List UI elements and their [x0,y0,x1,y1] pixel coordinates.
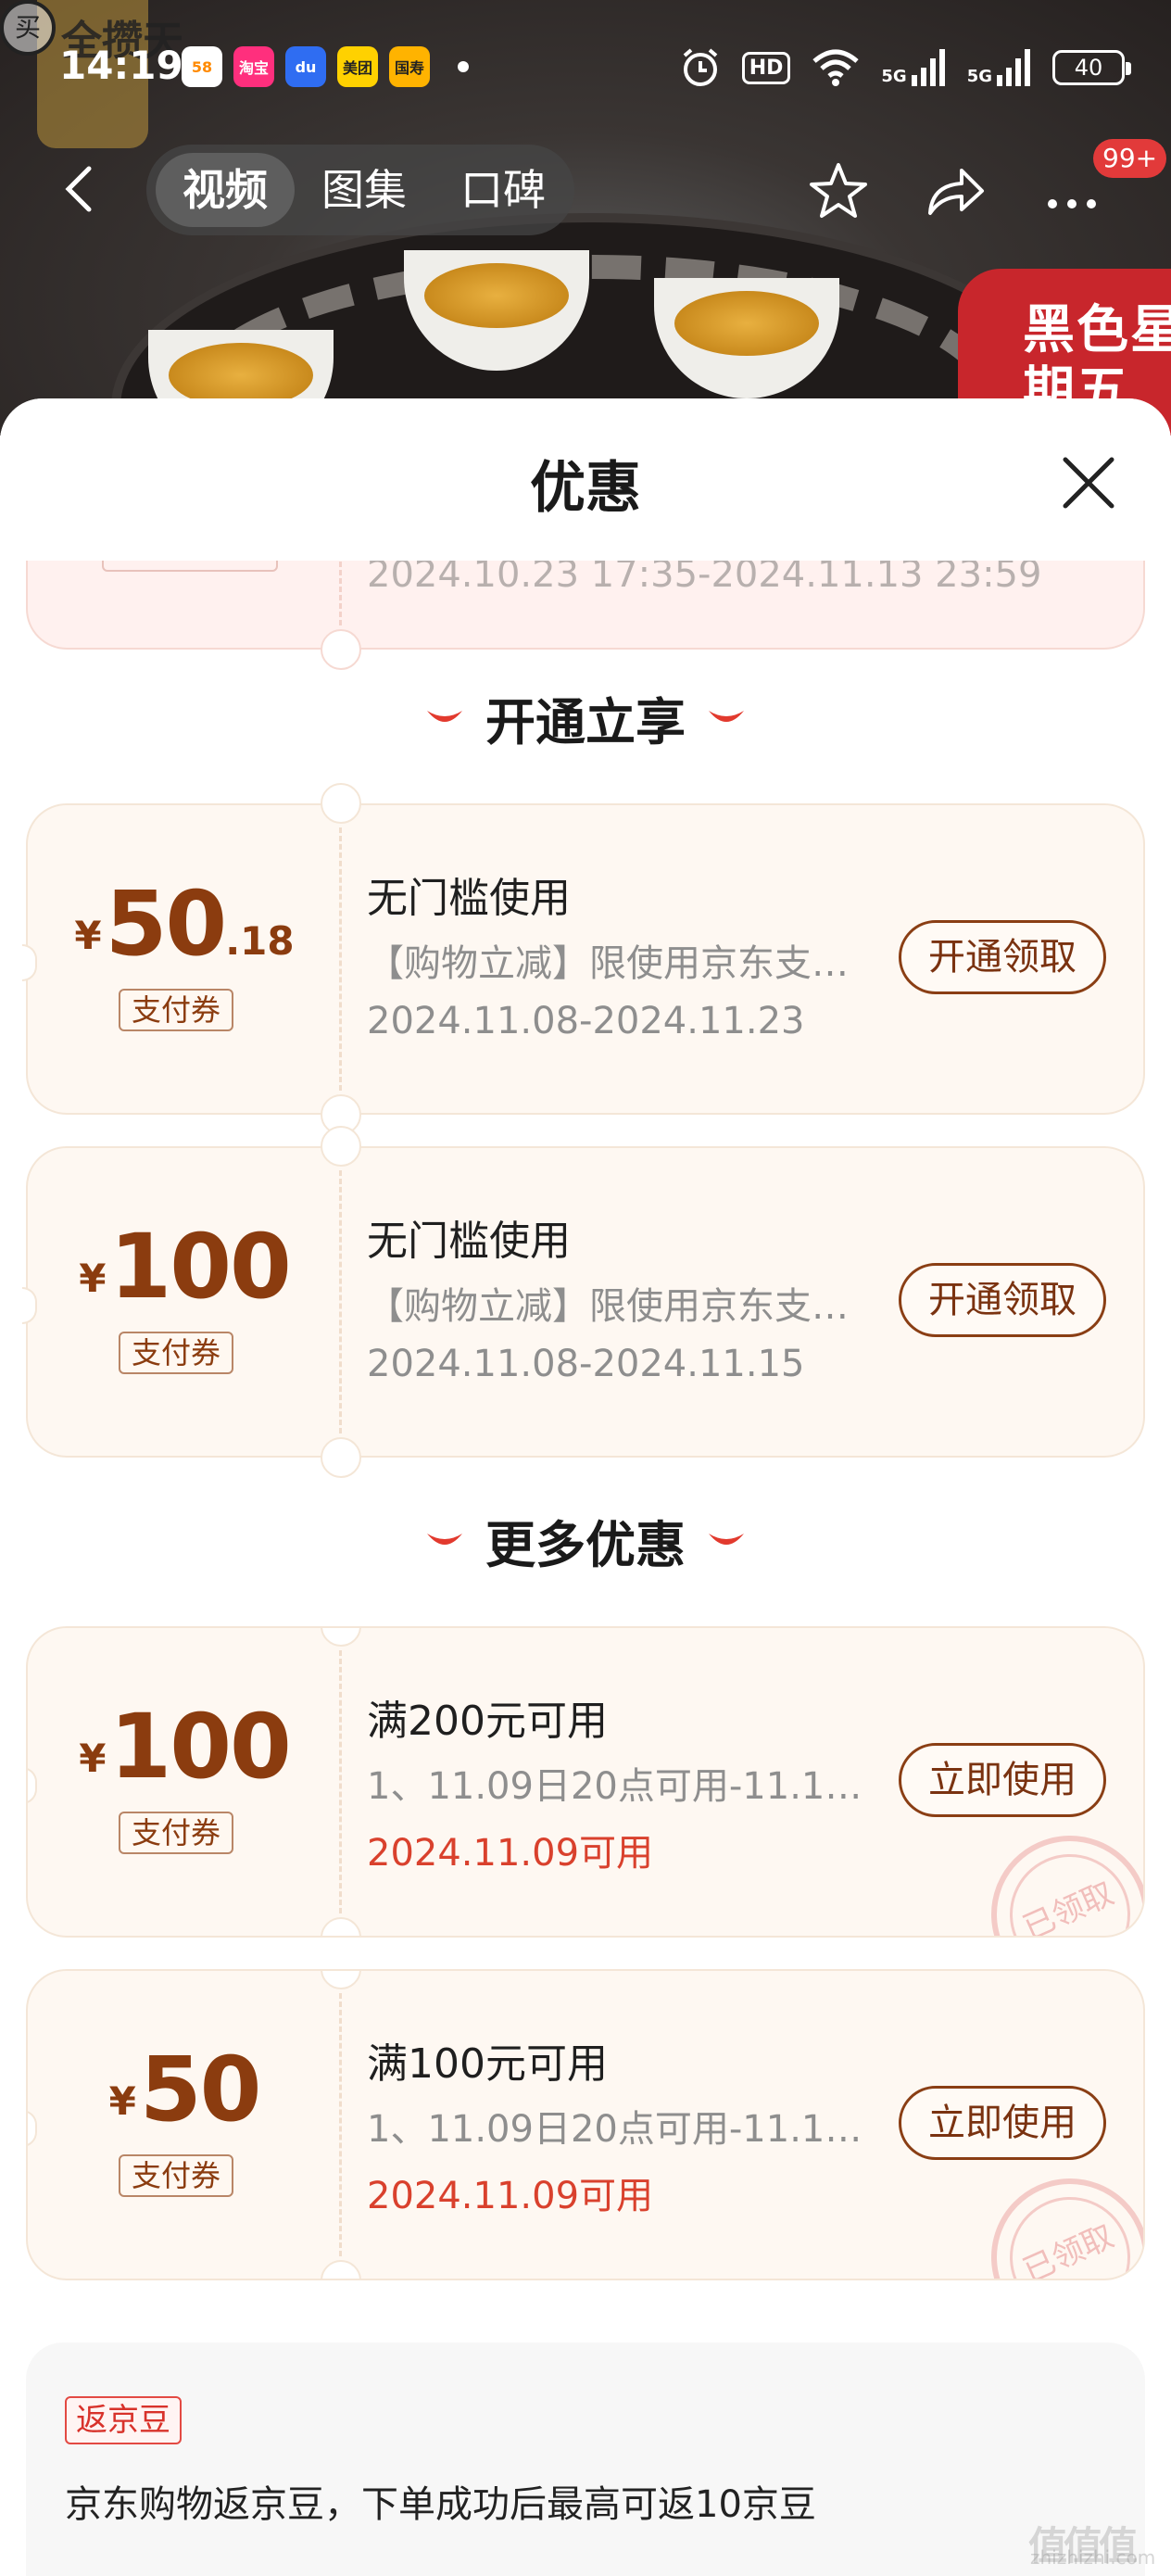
coupon-card: ¥100 支付券 满200元可用 1、11.09日20点可用-11.11… 20… [26,1626,1145,1938]
hd-voice-icon: HD [741,51,791,84]
signal-2-icon: 5G [967,49,1032,86]
coupon-list[interactable]: 2024.10.23 17:35-2024.11.13 23:59 开通立享 ¥… [0,561,1171,2576]
notification-app-icons: 58 淘宝 du 美团 国寿 [182,46,469,87]
app-baidu-icon: du [285,46,326,87]
app-guoshou-icon: 国寿 [389,46,430,87]
coupon-title: 满200元可用 [367,1698,608,1745]
favorite-star-icon[interactable] [806,159,871,224]
smile-decoration-icon [709,1533,745,1545]
coupon-title: 无门槛使用 [367,1218,571,1265]
jingdou-description: 京东购物返京豆，下单成功后最高可返10京豆 [65,2483,816,2526]
sheet-title: 优惠 [530,456,641,521]
coupon-amount: ¥100 [79,1215,292,1319]
status-time: 14:19 [59,43,183,88]
coupon-title: 满100元可用 [367,2040,608,2088]
coupon-amount: ¥100 [79,1695,292,1799]
tab-reviews[interactable]: 口碑 [434,153,573,227]
jingdou-tag: 返京豆 [65,2396,182,2444]
close-icon[interactable] [1054,448,1123,517]
coupon-type-tag: 支付券 [119,1812,233,1854]
use-now-button[interactable]: 立即使用 [899,1743,1106,1817]
coupon-card: ¥100 支付券 无门槛使用 【购物立减】限使用京东支付… 2024.11.08… [22,1126,1145,1478]
signal-1-icon: 5G [881,49,946,86]
coupon-date: 2024.11.09可用 [367,2175,654,2217]
coupon-type-tag: 支付券 [119,2154,233,2197]
claimed-stamp: 已领取 [965,2153,1143,2279]
product-nav-bar: 视频 图集 口碑 99+ [0,139,1171,241]
site-watermark-url: zhizhizhi.com [1030,2546,1156,2569]
alarm-icon [683,48,717,86]
claimed-stamp: 已领取 [965,1810,1143,1936]
coupon-description: 1、11.09日20点可用-11.11… [367,1765,867,1808]
coupon-date: 2024.11.08-2024.11.15 [367,1343,805,1385]
wifi-icon [812,49,860,86]
coupon-type-tag: 支付券 [119,989,233,1031]
smile-decoration-icon [709,710,745,722]
smile-decoration-icon [426,710,462,722]
back-arrow-icon[interactable] [54,161,109,217]
system-icons: HD 5G 5G 40 [679,46,1131,89]
coupon-sheet: 优惠 2024.10.23 17:35-2024.11.13 23:59 开通立… [0,398,1171,2576]
coupon-date: 2024.10.23 17:35-2024.11.13 23:59 [367,561,1042,596]
coupon-date: 2024.11.08-2024.11.23 [367,1000,805,1042]
tab-video[interactable]: 视频 [156,153,295,227]
smile-decoration-icon [426,1533,462,1545]
coupon-card: ¥50 支付券 满100元可用 1、11.09日20点可用-11.11… 202… [26,1969,1145,2280]
message-count-badge: 99+ [1093,139,1167,178]
more-icon[interactable] [1039,159,1104,224]
more-notifications-dot [458,61,469,72]
coupon-description: 【购物立减】限使用京东支付… [367,1285,867,1328]
coupon-type-tag [102,561,278,572]
activate-claim-button[interactable]: 开通领取 [899,1263,1106,1337]
coupon-amount: ¥50 [108,2038,262,2141]
media-tab-switcher: 视频 图集 口碑 [146,145,574,235]
sheet-header: 优惠 [0,398,1171,561]
battery-icon: 40 [1052,50,1131,85]
coupon-card: ¥50.18 支付券 无门槛使用 【购物立减】限使用京东支付… 2024.11.… [22,783,1145,1135]
coupon-date: 2024.11.09可用 [367,1832,654,1875]
tab-gallery[interactable]: 图集 [295,153,434,227]
activate-claim-button[interactable]: 开通领取 [899,920,1106,994]
coupon-description: 1、11.09日20点可用-11.11… [367,2108,867,2151]
app-meituan-icon: 美团 [337,46,378,87]
coupon-title: 无门槛使用 [367,875,571,922]
jingdou-rebate-box: 返京豆 京东购物返京豆，下单成功后最高可返10京豆 [26,2342,1145,2576]
share-icon[interactable] [923,159,988,224]
section-heading: 开通立享 [0,681,1171,754]
use-now-button[interactable]: 立即使用 [899,2086,1106,2160]
status-bar: 14:19 58 淘宝 du 美团 国寿 HD 5G 5G 40 [0,37,1171,102]
section-heading: 更多优惠 [0,1504,1171,1577]
coupon-card: 2024.10.23 17:35-2024.11.13 23:59 [26,561,1145,670]
coupon-type-tag: 支付券 [119,1332,233,1374]
app-58-icon: 58 [182,46,222,87]
app-taobao-icon: 淘宝 [233,46,274,87]
coupon-description: 【购物立减】限使用京东支付… [367,942,867,985]
coupon-amount: ¥50.18 [74,872,295,976]
